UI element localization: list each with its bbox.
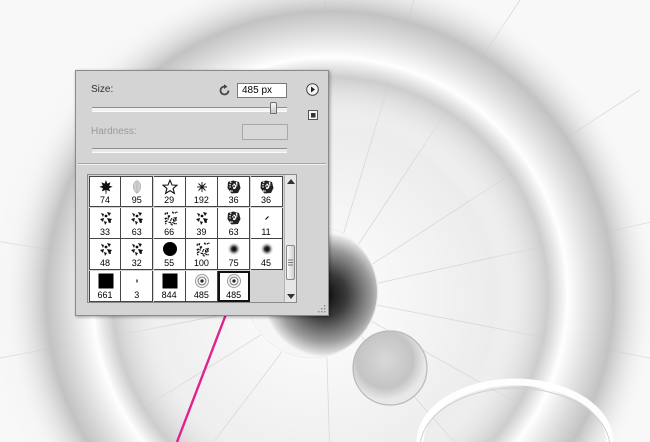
brush-preset-cell[interactable]: 485 (185, 270, 218, 302)
brush-size-label: 33 (99, 226, 110, 237)
new-preset-button[interactable] (308, 110, 318, 120)
size-label: Size: (91, 84, 114, 95)
brush-preset-cell[interactable]: 74 (89, 176, 121, 207)
scroll-down-icon[interactable] (286, 292, 296, 300)
scatter-leaves-icon (100, 211, 112, 225)
brush-preset-cell[interactable]: 29 (153, 176, 186, 207)
brush-size-label: 45 (260, 258, 271, 268)
brush-preset-cell[interactable]: 39 (185, 207, 218, 239)
brush-size-label: 66 (164, 226, 175, 237)
brush-size-label: 32 (131, 258, 142, 268)
scatter-leaves-icon (131, 211, 144, 225)
target-ring-icon (227, 273, 242, 288)
dot-icon (136, 279, 138, 282)
brush-preset-cell[interactable]: 485 (218, 270, 251, 302)
hardness-input (242, 124, 288, 140)
flyout-arrow-icon (305, 82, 319, 96)
brush-size-label: 192 (193, 195, 209, 205)
brush-size-label: 485 (193, 289, 209, 300)
starburst-icon (196, 182, 207, 192)
brush-preset-cell[interactable]: 36 (218, 176, 251, 207)
brush-size-label: 3 (134, 289, 140, 300)
scatter-texture-icon (227, 180, 241, 195)
brush-preset-cell[interactable]: 45 (250, 239, 283, 270)
brush-preset-cell[interactable]: 661 (89, 270, 121, 302)
scatter-texture-icon (227, 211, 241, 225)
brush-size-label: 36 (228, 195, 239, 205)
hardness-label: Hardness: (91, 126, 137, 137)
dash-icon (264, 215, 269, 220)
brush-preset-cell[interactable]: 192 (185, 176, 218, 207)
preset-list-scrollbar[interactable] (284, 175, 296, 302)
brush-size-label: 74 (99, 195, 110, 205)
maple-leaf-icon (99, 180, 113, 194)
brush-preset-cell[interactable]: 3 (121, 270, 154, 302)
brush-preset-cell[interactable]: 75 (218, 239, 251, 270)
square-icon (98, 273, 114, 288)
square-icon (162, 273, 178, 288)
brush-preset-cell[interactable]: 36 (250, 176, 283, 207)
brush-size-label: 100 (193, 258, 209, 268)
speckle-texture-icon (196, 242, 210, 257)
soft-round-icon (259, 242, 274, 256)
brush-size-label: 75 (228, 258, 239, 268)
brush-size-label: 36 (260, 195, 271, 205)
brush-preset-cell[interactable]: 11 (250, 207, 283, 239)
size-slider-track[interactable] (92, 107, 287, 112)
brush-preset-cell[interactable]: 66 (153, 207, 186, 239)
brush-size-label: 11 (261, 226, 271, 237)
brush-size-label: 39 (196, 226, 207, 237)
scroll-thumb[interactable] (286, 245, 295, 280)
brush-preset-cell[interactable]: 63 (121, 207, 154, 239)
size-input[interactable]: 485 px (237, 83, 287, 98)
speckle-texture-icon (164, 211, 178, 225)
panel-menu-button[interactable] (305, 82, 319, 96)
leaf-icon (133, 180, 142, 194)
hard-round-icon (162, 242, 177, 256)
scatter-leaves-icon (195, 211, 208, 225)
resize-grip-icon[interactable] (318, 305, 326, 313)
brush-preset-picker-panel: Size: 485 px Hardness: 74 95 29 192 36 36 33 63… (75, 70, 329, 316)
brush-preset-cell[interactable]: 844 (153, 270, 186, 302)
brush-preset-cell[interactable]: 33 (89, 207, 121, 239)
brush-size-label: 63 (228, 226, 239, 237)
brush-size-label: 95 (131, 195, 142, 205)
size-slider-thumb[interactable] (269, 102, 277, 114)
brush-size-label: 661 (97, 289, 113, 300)
hardness-slider-track (92, 148, 287, 153)
brush-preset-cell[interactable]: 100 (185, 239, 218, 270)
scatter-leaves-icon (100, 243, 112, 256)
brush-size-label: 63 (131, 226, 142, 237)
brush-size-label: 485 (226, 289, 242, 300)
brush-preset-cell[interactable]: 63 (218, 207, 251, 239)
brush-size-label: 29 (164, 195, 175, 205)
reset-size-icon[interactable] (217, 83, 231, 97)
scatter-leaves-icon (131, 243, 144, 256)
panel-divider (78, 163, 326, 165)
target-ring-icon (194, 273, 209, 288)
brush-size-label: 48 (99, 258, 110, 268)
brush-size-label: 844 (161, 289, 177, 300)
star-outline-icon (161, 179, 178, 195)
new-preset-icon (308, 110, 318, 120)
brush-size-label: 55 (164, 258, 175, 268)
brush-preset-cell[interactable]: 95 (121, 176, 154, 207)
scatter-texture-icon (260, 180, 274, 195)
soft-round-icon (227, 242, 242, 256)
brush-preset-cell[interactable]: 55 (153, 239, 186, 270)
brush-preset-list[interactable]: 74 95 29 192 36 36 33 63 66 39 63 11 48 32 55 100 75 45 66… (87, 174, 297, 303)
scroll-up-icon[interactable] (286, 177, 296, 185)
brush-preset-cell[interactable]: 32 (121, 239, 154, 270)
brush-preset-cell[interactable]: 48 (89, 239, 121, 270)
